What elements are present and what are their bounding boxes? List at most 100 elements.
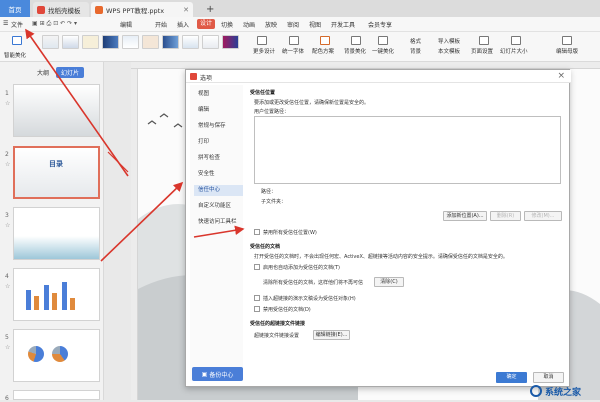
- slide-thumbnail-2[interactable]: 目录: [13, 146, 100, 199]
- slide-number: 6: [5, 395, 9, 402]
- backup-center-label: 备份中心: [209, 371, 234, 379]
- design-template-2[interactable]: [62, 35, 79, 49]
- remove-location-button[interactable]: 删除(R): [490, 211, 521, 221]
- background-button[interactable]: 背景: [410, 47, 421, 55]
- slide-thumbnail-1[interactable]: [13, 84, 100, 137]
- slide-thumbnail-6[interactable]: [13, 390, 100, 400]
- clear-trusted-button[interactable]: 清除(C): [374, 277, 404, 287]
- tab-outline[interactable]: 大纲: [32, 67, 54, 78]
- enable-auto-trust-checkbox[interactable]: [254, 264, 260, 270]
- site-watermark: 系统之家: [530, 383, 598, 399]
- close-tab-icon[interactable]: ✕: [183, 6, 189, 14]
- slide-thumbnail-3[interactable]: [13, 207, 100, 260]
- ok-button[interactable]: 确定: [496, 372, 527, 383]
- close-icon[interactable]: ×: [557, 71, 565, 81]
- cancel-button[interactable]: 取消: [533, 372, 564, 383]
- slide-thumbnail-5[interactable]: [13, 329, 100, 382]
- backup-center-button[interactable]: ▣ 备份中心: [192, 367, 243, 381]
- tab-template-store[interactable]: 找稻壳模板: [33, 2, 89, 17]
- design-template-10[interactable]: [222, 35, 239, 49]
- unified-font-icon[interactable]: [289, 36, 299, 45]
- design-template-5[interactable]: [122, 35, 139, 49]
- menu-developer[interactable]: 开发工具: [331, 20, 355, 29]
- menu-design[interactable]: 设计: [197, 19, 216, 29]
- menu-transitions[interactable]: 切换: [221, 20, 233, 29]
- color-scheme-icon[interactable]: [320, 36, 330, 45]
- menu-member[interactable]: 会员专享: [368, 20, 392, 29]
- slide-size-button[interactable]: 幻灯片大小: [500, 47, 528, 55]
- page-setup-button[interactable]: 页面设置: [471, 47, 493, 55]
- tab-slides[interactable]: 幻灯片: [56, 67, 85, 78]
- menu-edit[interactable]: 编辑: [120, 20, 132, 29]
- menu-animations[interactable]: 动画: [243, 20, 255, 29]
- nav-trust-center[interactable]: 信任中心: [194, 185, 243, 196]
- options-dialog: 选项 × 视图 编辑 常规与保存 打印 拼写检查 安全性 信任中心 自定义功能区…: [185, 69, 571, 387]
- menu-home[interactable]: 开始: [155, 20, 167, 29]
- tab-home[interactable]: 首页: [0, 0, 30, 17]
- nav-edit[interactable]: 编辑: [194, 105, 243, 116]
- design-template-6[interactable]: [142, 35, 159, 49]
- nav-quick-access-toolbar[interactable]: 快速访问工具栏: [194, 217, 243, 228]
- insert-hyperlink-trust-checkbox[interactable]: [254, 295, 260, 301]
- background-beautify-icon[interactable]: [351, 36, 361, 45]
- more-design-icon[interactable]: [257, 36, 267, 45]
- enable-auto-trust-label: 启用也自动添加为受信任的文档(T): [263, 265, 340, 271]
- trusted-locations-list[interactable]: [254, 116, 561, 184]
- tab-document-label: WPS PPT教程.pptx: [106, 6, 165, 15]
- nav-general-save[interactable]: 常规与保存: [194, 121, 243, 132]
- smart-beautify-icon[interactable]: [12, 36, 22, 45]
- background-beautify-button[interactable]: 背景美化: [344, 47, 366, 55]
- slide-number: 2: [5, 151, 9, 158]
- nav-view[interactable]: 视图: [194, 89, 243, 100]
- disable-all-locations-checkbox[interactable]: [254, 229, 260, 235]
- design-template-1[interactable]: [42, 35, 59, 49]
- quick-access-toolbar: ▣ ⊞ ⎙ ⊡ ↶ ↷ ▾: [32, 20, 78, 27]
- new-tab-button[interactable]: +: [202, 2, 214, 17]
- menu-insert[interactable]: 插入: [177, 20, 189, 29]
- tab-template-label: 找稻壳模板: [48, 6, 81, 15]
- horizontal-ruler: [131, 62, 600, 69]
- tab-home-label: 首页: [8, 5, 22, 14]
- slide-size-icon[interactable]: [511, 36, 521, 45]
- clear-trusted-desc: 清除所有受信任的文档，这样他们将不再可信: [263, 280, 364, 286]
- hamburger-icon[interactable]: ☰: [3, 20, 8, 27]
- design-template-9[interactable]: [202, 35, 219, 49]
- edit-master-icon[interactable]: [562, 36, 572, 45]
- this-template-button[interactable]: 本文模板: [438, 47, 460, 55]
- edit-links-button[interactable]: 编辑链接(E)...: [313, 330, 350, 340]
- trusted-hyperlinks-heading: 受信任的超链接文件链接: [250, 321, 306, 327]
- slide-number: 1: [5, 90, 9, 97]
- dialog-titlebar: 选项 ×: [186, 70, 571, 83]
- color-scheme-button[interactable]: 配色方案: [312, 47, 334, 55]
- slide2-title: 目录: [49, 160, 63, 168]
- nav-spell-check[interactable]: 拼写检查: [194, 153, 243, 164]
- design-template-4[interactable]: [102, 35, 119, 49]
- modify-location-button[interactable]: 修改(M)...: [524, 211, 562, 221]
- design-template-8[interactable]: [182, 35, 199, 49]
- smart-beautify-button[interactable]: 智能美化: [4, 51, 26, 59]
- slide-thumbnail-4[interactable]: [13, 268, 100, 321]
- menu-slideshow[interactable]: 放映: [265, 20, 277, 29]
- one-click-beautify-button[interactable]: 一键美化: [372, 47, 394, 55]
- page-setup-icon[interactable]: [479, 36, 489, 45]
- more-design-button[interactable]: 更多设计: [253, 47, 275, 55]
- disable-trusted-docs-checkbox[interactable]: [254, 306, 260, 312]
- tab-ppt-document[interactable]: WPS PPT教程.pptx ✕: [91, 2, 193, 17]
- menu-review[interactable]: 审阅: [287, 20, 299, 29]
- design-ribbon: 智能美化 更多设计 统一字体 配色方案 背景美化 一键美化 格式 背景 导入模板…: [0, 32, 600, 62]
- nav-print[interactable]: 打印: [194, 137, 243, 148]
- nav-security[interactable]: 安全性: [194, 169, 243, 180]
- edit-master-button[interactable]: 编辑母版: [556, 47, 578, 55]
- add-location-button[interactable]: 添加新位置(A)...: [443, 211, 487, 221]
- format-button[interactable]: 格式: [410, 37, 421, 45]
- menu-view[interactable]: 视图: [309, 20, 321, 29]
- design-template-7[interactable]: [162, 35, 179, 49]
- nav-customize-ribbon[interactable]: 自定义功能区: [194, 201, 243, 212]
- design-template-3[interactable]: [82, 35, 99, 49]
- unified-font-button[interactable]: 统一字体: [282, 47, 304, 55]
- import-template-button[interactable]: 导入模板: [438, 37, 460, 45]
- slide-number: 5: [5, 334, 9, 341]
- one-click-beautify-icon[interactable]: [378, 36, 388, 45]
- menu-file[interactable]: 文件: [11, 20, 23, 29]
- star-icon: ☆: [5, 283, 11, 290]
